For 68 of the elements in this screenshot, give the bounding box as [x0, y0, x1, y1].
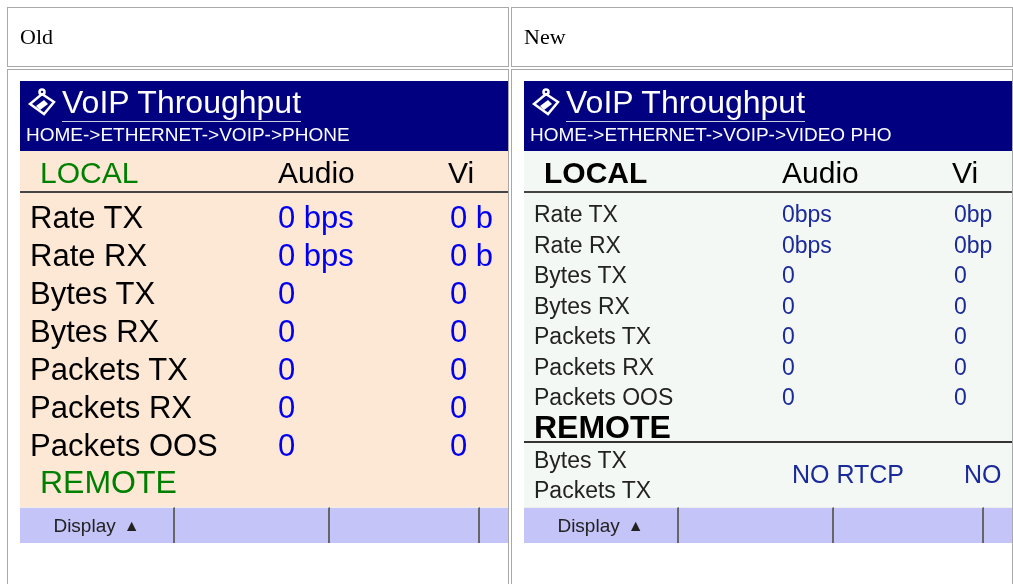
column-heading: Audio: [782, 155, 860, 191]
value-text: 0bp: [954, 230, 994, 260]
value-text: 0: [278, 275, 297, 313]
row-label: Rate RX: [534, 230, 622, 260]
value-text: 0: [954, 383, 968, 412]
row-label: Packets RX: [534, 352, 656, 382]
value-text: 0: [954, 291, 968, 321]
row-label: Bytes RX: [30, 313, 161, 351]
column-header: New: [511, 7, 1013, 67]
value-text: 0: [782, 322, 796, 351]
value-text: 0 bps: [278, 199, 355, 237]
value-text: 0: [954, 322, 968, 351]
row-label: Bytes TX: [30, 275, 157, 313]
telephone-icon: [26, 87, 58, 118]
section-heading: REMOTE: [533, 412, 672, 441]
row-label: Bytes TX: [534, 445, 628, 475]
section-heading: REMOTE: [39, 465, 178, 499]
value-text: 0: [782, 383, 796, 412]
value-text: 0: [954, 261, 968, 290]
column-heading: Vi: [952, 155, 980, 191]
row-label: Bytes RX: [534, 291, 631, 321]
softkey-button[interactable]: [330, 507, 480, 543]
value-text: NO RTCP: [792, 460, 906, 489]
value-text: 0: [450, 389, 469, 427]
softkey-button[interactable]: [679, 507, 834, 543]
value-text: 0bps: [782, 200, 833, 229]
value-text: 0: [278, 427, 297, 465]
softkey-button[interactable]: [834, 507, 984, 543]
value-text: 0: [278, 389, 297, 427]
column-header: Old: [7, 7, 509, 67]
row-label: Packets OOS: [534, 383, 675, 412]
value-text: 0bp: [954, 200, 994, 229]
softkey-button[interactable]: [175, 507, 330, 543]
value-text: 0: [954, 352, 968, 382]
row-label: Packets TX: [534, 322, 653, 351]
value-text: 0bps: [782, 230, 833, 260]
value-text: 0: [278, 313, 297, 351]
value-text: 0: [782, 352, 796, 382]
value-text: 0: [450, 351, 469, 389]
value-text: NO: [964, 460, 1003, 489]
value-text: 0: [278, 351, 297, 389]
screen-title: VoIP Throughput: [566, 83, 805, 122]
value-text: 0 b: [450, 237, 495, 275]
row-label: Packets OOS: [30, 427, 219, 465]
row-label: Rate RX: [30, 237, 149, 275]
row-label: Packets TX: [30, 351, 189, 389]
row-label: Packets TX: [534, 475, 653, 505]
screen-title: VoIP Throughput: [62, 83, 301, 122]
softkey-button[interactable]: Display ▲: [524, 507, 679, 543]
value-text: 0 b: [450, 199, 495, 237]
section-heading: LOCAL: [543, 155, 649, 191]
breadcrumb: HOME->ETHERNET->VOIP->VIDEO PHO: [530, 123, 893, 147]
value-text: 0 bps: [278, 237, 355, 275]
value-text: 0: [782, 291, 796, 321]
row-label: Bytes TX: [534, 261, 628, 290]
breadcrumb: HOME->ETHERNET->VOIP->PHONE: [26, 123, 351, 147]
row-label: Rate TX: [30, 199, 145, 237]
column-heading: Audio: [278, 155, 356, 191]
section-heading: LOCAL: [39, 155, 140, 191]
row-label: Packets RX: [30, 389, 193, 427]
value-text: 0: [450, 313, 469, 351]
telephone-icon: [530, 87, 562, 118]
value-text: 0: [450, 427, 469, 465]
column-heading: Vi: [448, 155, 476, 191]
row-label: Rate TX: [534, 200, 619, 229]
value-text: 0: [782, 261, 796, 290]
value-text: 0: [450, 275, 469, 313]
softkey-button[interactable]: Display ▲: [20, 507, 175, 543]
